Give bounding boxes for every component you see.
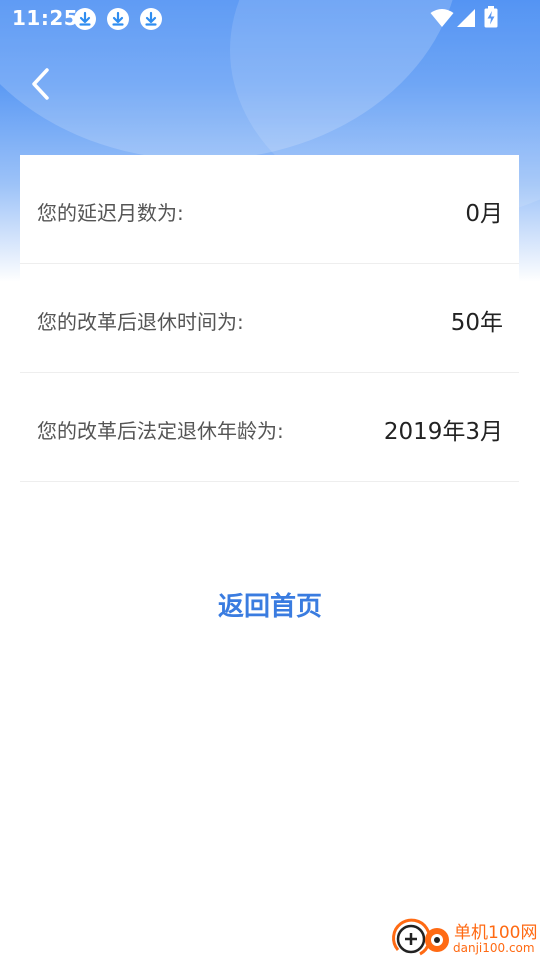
result-row-delay-months: 您的延迟月数为: 0月 [20,155,519,264]
watermark-subtitle: danji100.com [453,941,535,955]
signal-icon [456,8,476,32]
download-icon [74,8,96,30]
wifi-icon [430,8,454,32]
result-value: 50年 [450,310,503,336]
status-time: 11:25 [12,6,79,30]
watermark-title: 单机100网 [454,923,538,943]
result-label: 您的改革后退休时间为: [37,310,244,334]
result-label: 您的改革后法定退休年龄为: [37,419,284,443]
result-row-retirement-age: 您的改革后法定退休年龄为: 2019年3月 [20,373,519,482]
battery-charging-icon [484,6,498,32]
result-row-retirement-time: 您的改革后退休时间为: 50年 [20,264,519,373]
return-home-button[interactable]: 返回首页 [0,586,540,623]
results-card: 您的延迟月数为: 0月 您的改革后退休时间为: 50年 您的改革后法定退休年龄为… [20,155,519,482]
result-value: 0月 [465,201,503,227]
chevron-left-icon [20,68,64,110]
download-icon [140,8,162,30]
watermark: 单机100网 danji100.com [390,914,540,960]
result-value: 2019年3月 [383,419,503,445]
status-bar: 11:25 [0,0,540,38]
screen: 11:25 您的延迟月数为: 0月 您的改革后退休时间为: 50年 您的改革后法… [0,0,540,960]
back-button[interactable] [20,62,64,106]
result-label: 您的延迟月数为: [37,201,184,225]
download-icon [107,8,129,30]
watermark-logo-icon [390,914,454,960]
